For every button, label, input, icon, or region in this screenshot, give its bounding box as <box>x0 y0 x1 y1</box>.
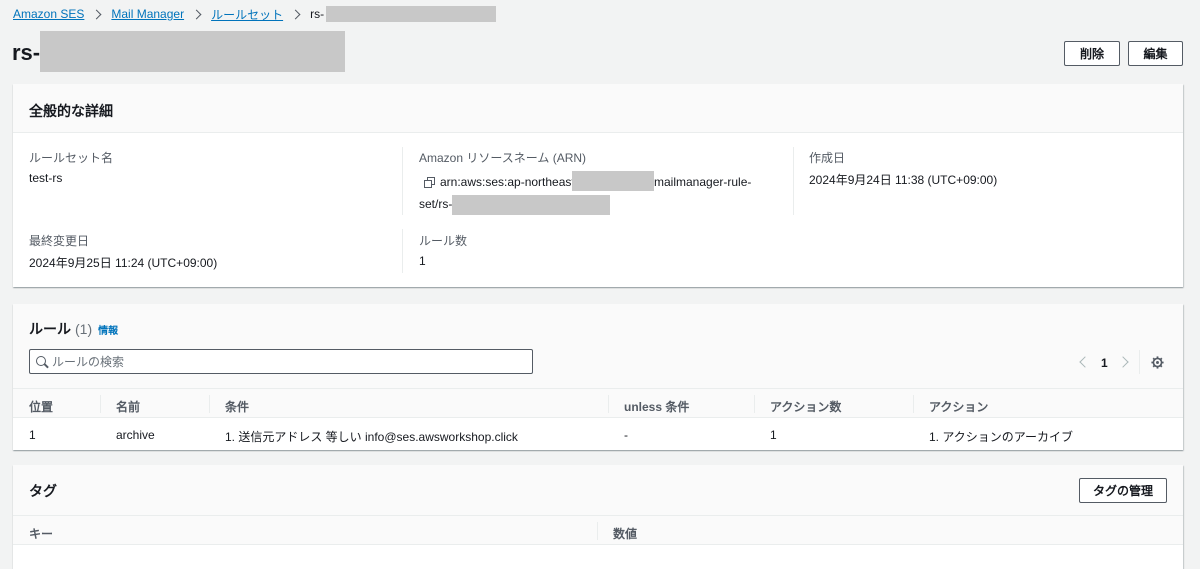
panel-header: 全般的な詳細 <box>13 84 1183 133</box>
page-title: rs- <box>12 40 41 65</box>
info-link[interactable]: 情報 <box>98 326 118 337</box>
column-header-action-count[interactable]: アクション数 <box>770 398 841 415</box>
cell-action-count: 1 <box>770 428 777 442</box>
copy-icon[interactable] <box>424 177 435 188</box>
column-header-name[interactable]: 名前 <box>116 398 140 415</box>
cell-actions: 1. アクションのアーカイブ <box>929 430 1074 444</box>
rules-count: (1) <box>75 321 93 337</box>
redacted-block <box>452 195 610 215</box>
rules-title: ルール <box>29 321 71 337</box>
panel-title: 全般的な詳細 <box>29 103 113 119</box>
redacted-block <box>326 6 497 22</box>
arn-value-part3: set/rs- <box>419 197 453 211</box>
divider <box>1139 350 1140 374</box>
delete-button[interactable]: 削除 <box>1064 41 1120 66</box>
column-header-value[interactable]: 数値 <box>613 525 637 542</box>
cell-condition: 1. 送信元アドレス 等しい info@ses.awsworkshop.clic… <box>225 430 518 444</box>
arn-value-part2: mailmanager-rule- <box>654 175 752 189</box>
column-divider <box>597 522 598 540</box>
general-details-panel: 全般的な詳細 ルールセット名 test-rs Amazon リソースネーム (A… <box>13 84 1183 287</box>
breadcrumb: Amazon SES Mail Manager ルールセット rs- <box>13 6 497 23</box>
manage-tags-button[interactable]: タグの管理 <box>1079 478 1167 503</box>
rules-search[interactable] <box>29 349 533 374</box>
ruleset-name-label: ルールセット名 <box>29 151 114 165</box>
breadcrumb-current: rs- <box>310 7 325 21</box>
chevron-right-icon <box>290 9 301 19</box>
edit-button[interactable]: 編集 <box>1128 41 1183 66</box>
tags-panel: タグ タグの管理 キー 数値 <box>13 465 1183 569</box>
search-input[interactable] <box>52 352 522 371</box>
column-divider <box>793 147 794 215</box>
modified-label: 最終変更日 <box>29 234 90 248</box>
page-number[interactable]: 1 <box>1101 356 1108 370</box>
arn-label: Amazon リソースネーム (ARN) <box>419 151 587 165</box>
rule-count-label: ルール数 <box>419 234 468 248</box>
table-header: 位置 名前 条件 unless 条件 アクション数 アクション <box>13 388 1183 418</box>
column-header-key[interactable]: キー <box>29 525 53 542</box>
column-divider <box>402 147 403 215</box>
cell-name[interactable]: archive <box>116 428 155 442</box>
column-divider <box>913 395 914 413</box>
column-header-position[interactable]: 位置 <box>29 398 53 415</box>
ruleset-name-value: test-rs <box>29 171 63 185</box>
gear-icon[interactable] <box>1151 356 1164 369</box>
breadcrumb-rulesets[interactable]: ルールセット <box>211 6 283 23</box>
column-header-unless[interactable]: unless 条件 <box>624 398 689 415</box>
breadcrumb-mail-manager[interactable]: Mail Manager <box>111 7 184 21</box>
panel-header: ルール(1) 情報 1 <box>13 304 1183 388</box>
chevron-right-icon <box>191 9 202 19</box>
rules-panel: ルール(1)情報 1 位置 名前 条件 unless 条件 ア <box>13 304 1183 450</box>
column-divider <box>100 395 101 413</box>
column-header-condition[interactable]: 条件 <box>225 398 249 415</box>
modified-value: 2024年9月25日 11:24 (UTC+09:00) <box>29 256 218 270</box>
cell-position: 1 <box>29 428 36 442</box>
arn-value-part1: arn:aws:ses:ap-northeast-1: <box>440 175 589 189</box>
breadcrumb-amazon-ses[interactable]: Amazon SES <box>13 7 84 21</box>
panel-title: タグ <box>29 483 57 499</box>
column-divider <box>608 395 609 413</box>
created-label: 作成日 <box>809 151 846 165</box>
chevron-left-icon[interactable] <box>1079 356 1091 368</box>
chevron-right-icon <box>91 9 102 19</box>
column-divider <box>209 395 210 413</box>
column-header-actions[interactable]: アクション <box>929 398 988 415</box>
rule-count-value: 1 <box>419 254 426 268</box>
created-value: 2024年9月24日 11:38 (UTC+09:00) <box>809 173 998 187</box>
redacted-block <box>40 31 345 72</box>
panel-title: ルール (1) 情報 <box>29 319 118 339</box>
cell-unless: - <box>624 428 628 442</box>
chevron-right-icon[interactable] <box>1117 356 1129 368</box>
redacted-block <box>572 171 654 191</box>
table-header: キー 数値 <box>13 515 1183 545</box>
search-icon <box>36 356 46 366</box>
column-divider <box>754 395 755 413</box>
panel-header: タグ タグの管理 <box>13 465 1183 515</box>
column-divider <box>402 229 403 273</box>
